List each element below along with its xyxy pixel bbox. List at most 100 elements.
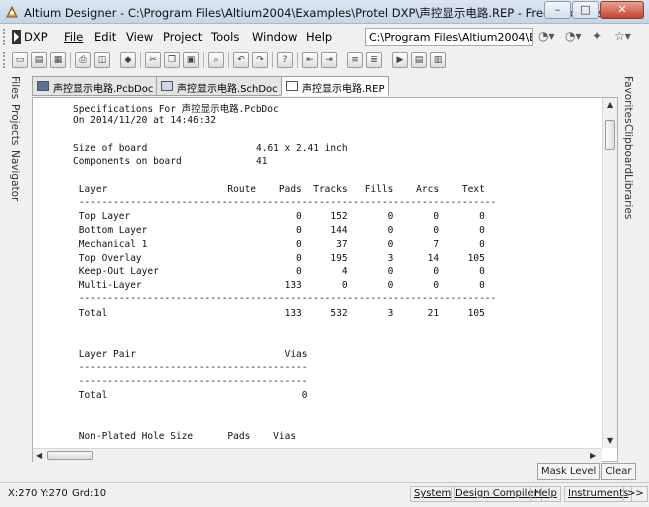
close-icon: ✕ (617, 3, 627, 16)
menubar-grip[interactable] (3, 29, 6, 45)
document-tabs: 声控显示电路.PcbDoc 声控显示电路.SchDoc 声控显示电路.REP (32, 75, 618, 97)
horizontal-scroll-thumb[interactable] (47, 451, 93, 460)
menu-help[interactable]: Help (306, 30, 332, 44)
scroll-down-icon[interactable]: ▼ (607, 436, 613, 445)
cut-icon[interactable]: ✂ (145, 52, 161, 68)
compile-icon[interactable]: ▶ (392, 52, 408, 68)
copy-icon[interactable]: ❐ (164, 52, 180, 68)
minimize-button[interactable]: – (544, 1, 571, 19)
undo-icon[interactable]: ↶ (233, 52, 249, 68)
right-panel-tabs: Favorites Clipboard Libraries (622, 74, 642, 219)
print-icon[interactable]: ⎙ (75, 52, 91, 68)
report-line: Specifications For 声控显示电路.PcbDoc (73, 104, 279, 115)
toolbar-separator (203, 52, 204, 68)
menu-file[interactable]: File (64, 30, 83, 44)
report-line: Keep-Out Layer 0 4 0 0 0 (73, 266, 485, 277)
report-line: On 2014/11/20 at 14:46:32 (73, 115, 216, 126)
back-icon[interactable]: ◔▾ (538, 29, 555, 43)
scroll-right-icon[interactable]: ▶ (590, 451, 596, 460)
tab-label: 声控显示电路.REP (302, 84, 385, 95)
mask-level-button[interactable]: Mask Level (537, 463, 601, 480)
schematic-document-icon (161, 81, 173, 91)
new-document-icon[interactable]: ▭ (12, 52, 28, 68)
maximize-button[interactable]: □ (572, 1, 599, 19)
forward-icon[interactable]: ◔▾ (565, 29, 582, 43)
report-line: Components on board 41 (73, 156, 268, 167)
system-panel-button[interactable]: System (410, 486, 456, 502)
text-document-icon (286, 81, 298, 91)
status-bar: X:270 Y:270 Grd:10 System Design Compile… (0, 482, 649, 507)
horizontal-scrollbar[interactable]: ◀ ▶ (33, 448, 602, 462)
altium-logo-icon (6, 5, 18, 18)
window-title: Altium Designer - C:\Program Files\Altiu… (24, 6, 631, 20)
tab-label: 声控显示电路.PcbDoc (53, 84, 154, 95)
design-compiler-panel-button[interactable]: Design Compiler (451, 486, 542, 502)
close-button[interactable]: ✕ (600, 1, 644, 19)
toolbar-grip[interactable] (3, 52, 6, 68)
minimize-icon: – (554, 3, 561, 16)
report-line: Total 0 (73, 390, 308, 401)
standard-toolbar: ▭ ▤ ▦ ⎙ ◫ ◆ ✂ ❐ ▣ ⌕ ↶ ↷ ? ⇤ ⇥ ≡ ≣ ▶ ▤ ▥ (0, 50, 649, 70)
navigator-panel-tab[interactable]: Navigator (9, 150, 21, 201)
vertical-scroll-thumb[interactable] (605, 120, 615, 150)
menu-edit[interactable]: Edit (94, 30, 116, 44)
save-icon[interactable]: ▦ (50, 52, 66, 68)
open-project-icon[interactable]: ◆ (120, 52, 136, 68)
report-line: Top Layer 0 152 0 0 0 (73, 211, 485, 222)
clear-button[interactable]: Clear (601, 463, 636, 480)
report-line: Total 133 532 3 21 105 (73, 308, 485, 319)
more-panels-button[interactable]: >> (623, 486, 648, 502)
menu-dxp[interactable]: DXP (24, 30, 48, 44)
instruments-panel-button[interactable]: Instruments (564, 486, 633, 502)
report-icon[interactable]: ▥ (430, 52, 446, 68)
files-panel-tab[interactable]: Files (9, 76, 21, 99)
menu-tools[interactable]: Tools (211, 30, 239, 44)
dxp-icon (12, 30, 21, 44)
document-properties-icon[interactable]: ▤ (411, 52, 427, 68)
decrease-indent-icon[interactable]: ⇤ (302, 52, 318, 68)
pcb-document-icon (37, 81, 49, 91)
menu-view[interactable]: View (126, 30, 153, 44)
toolbar-separator (272, 52, 273, 68)
cursor-coordinates: X:270 Y:270 (8, 488, 68, 499)
scroll-left-icon[interactable]: ◀ (36, 451, 42, 460)
help-panel-button[interactable]: Help (530, 486, 561, 502)
vertical-scrollbar[interactable]: ▲ ▼ (602, 98, 617, 448)
maximize-icon: □ (580, 3, 591, 16)
clipboard-panel-tab[interactable]: Clipboard (622, 124, 634, 174)
report-line: Layer Pair Vias (73, 349, 308, 360)
paste-icon[interactable]: ▣ (183, 52, 199, 68)
menu-window[interactable]: Window (252, 30, 297, 44)
report-line: Bottom Layer 0 144 0 0 0 (73, 225, 485, 236)
report-text[interactable]: Specifications For 声控显示电路.PcbDoc On 2014… (33, 98, 602, 448)
toolbar-separator (297, 52, 298, 68)
tab-label: 声控显示电路.SchDoc (177, 84, 278, 95)
favorites-panel-tab[interactable]: Favorites (622, 76, 634, 123)
home-icon[interactable]: ✦ (592, 29, 602, 43)
grid-size: Grd:10 (72, 488, 107, 499)
report-line: Non-Plated Hole Size Pads Vias (73, 431, 297, 442)
align-left-icon[interactable]: ≡ (347, 52, 363, 68)
print-preview-icon[interactable]: ◫ (94, 52, 110, 68)
report-line: Size of board 4.61 x 2.41 inch (73, 143, 348, 154)
scroll-up-icon[interactable]: ▲ (607, 100, 613, 109)
redo-icon[interactable]: ↷ (252, 52, 268, 68)
favorite-star-icon[interactable]: ☆▾ (614, 29, 631, 43)
align-right-icon[interactable]: ≣ (366, 52, 382, 68)
tab-schdoc[interactable]: 声控显示电路.SchDoc (156, 76, 283, 96)
tab-rep[interactable]: 声控显示电路.REP (281, 76, 390, 96)
menu-project[interactable]: Project (163, 30, 202, 44)
left-panel-tabs: Files Projects Navigator (9, 74, 27, 201)
report-line: Multi-Layer 133 0 0 0 0 (73, 280, 485, 291)
report-line: Top Overlay 0 195 3 14 105 (73, 253, 485, 264)
document-path-field[interactable]: C:\Program Files\Altium2004\Ex (365, 28, 533, 46)
projects-panel-tab[interactable]: Projects (9, 104, 21, 145)
help-icon[interactable]: ? (277, 52, 293, 68)
increase-indent-icon[interactable]: ⇥ (321, 52, 337, 68)
report-line: ----------------------------------------… (73, 293, 497, 304)
tab-pcbdoc[interactable]: 声控显示电路.PcbDoc (32, 76, 159, 96)
open-folder-icon[interactable]: ▤ (31, 52, 47, 68)
find-icon[interactable]: ⌕ (208, 52, 224, 68)
libraries-panel-tab[interactable]: Libraries (622, 174, 634, 219)
report-line: ----------------------------------------… (73, 197, 497, 208)
